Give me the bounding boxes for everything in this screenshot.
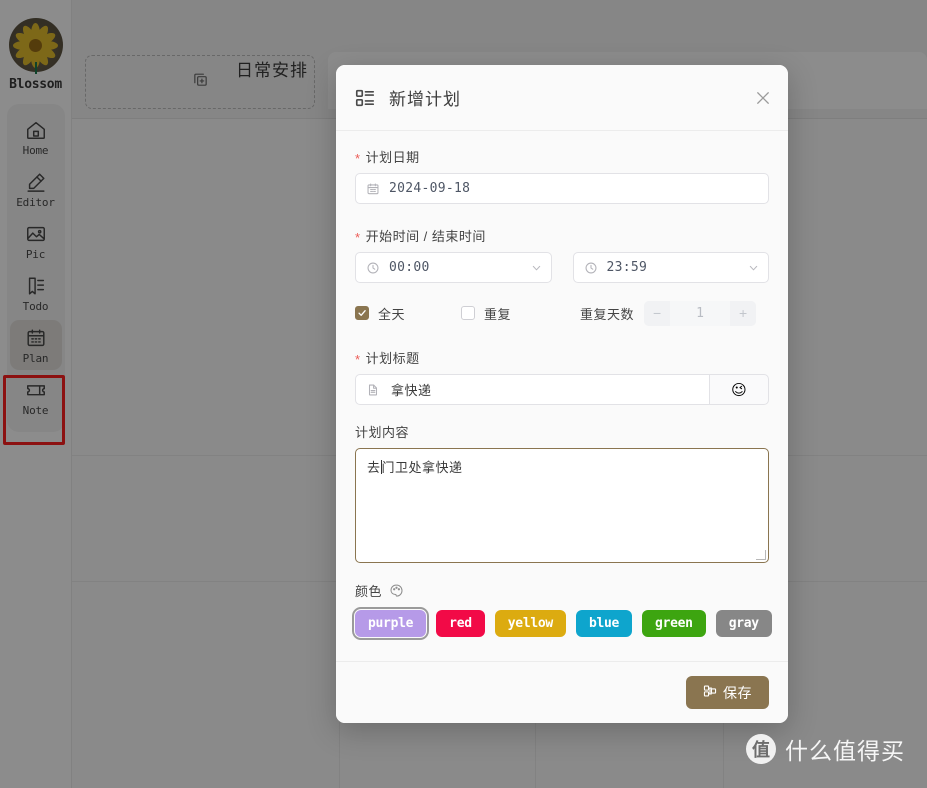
- color-label-text: 颜色: [355, 584, 383, 599]
- required-marker: *: [355, 151, 361, 166]
- plan-title-value: 拿快递: [391, 383, 432, 398]
- all-day-label: 全天: [378, 306, 406, 322]
- clock-icon: [584, 261, 598, 275]
- save-button[interactable]: 保存: [686, 676, 769, 709]
- dialog-title: 新增计划: [389, 90, 461, 109]
- chevron-down-icon: [748, 262, 759, 273]
- dialog-body: * 计划日期 2024-09-18 * 开始时间 / 结束时间 00:00 23…: [336, 131, 788, 647]
- color-swatch-green[interactable]: green: [642, 610, 706, 637]
- plan-date-input[interactable]: 2024-09-18: [355, 173, 769, 204]
- end-time-select[interactable]: 23:59: [572, 252, 769, 283]
- start-time-value: 00:00: [389, 260, 430, 275]
- repeat-days-stepper[interactable]: − 1 +: [644, 300, 757, 326]
- save-icon: [703, 684, 717, 701]
- plan-time-label: * 开始时间 / 结束时间: [355, 226, 769, 245]
- plan-title-label: * 计划标题: [355, 348, 769, 367]
- plan-time-label-text: 开始时间 / 结束时间: [365, 229, 486, 244]
- color-swatch-purple[interactable]: purple: [351, 607, 430, 640]
- save-button-label: 保存: [723, 684, 752, 701]
- calendar-icon: [366, 182, 380, 196]
- close-icon[interactable]: [754, 89, 772, 107]
- repeat-label: 重复: [484, 306, 512, 322]
- stepper-decrement-button[interactable]: −: [644, 300, 671, 326]
- all-day-checkbox[interactable]: 全天: [355, 304, 405, 323]
- stepper-increment-button[interactable]: +: [730, 300, 757, 326]
- plan-title-input[interactable]: 拿快递: [355, 374, 709, 405]
- emoji-picker-button[interactable]: 😉: [709, 374, 769, 405]
- document-icon: [366, 383, 380, 397]
- color-label: 颜色: [355, 581, 769, 600]
- plan-date-label-text: 计划日期: [365, 150, 420, 165]
- chevron-down-icon: [531, 262, 542, 273]
- plan-title-row: 拿快递 😉: [355, 374, 769, 405]
- options-row: 全天 重复 重复天数 − 1 +: [355, 300, 769, 326]
- repeat-days-label: 重复天数: [580, 306, 635, 322]
- color-swatch-yellow[interactable]: yellow: [494, 610, 566, 637]
- color-swatches: purple red yellow blue green gray: [351, 607, 772, 643]
- list-icon: [354, 87, 376, 109]
- plan-content-label-text: 计划内容: [355, 425, 410, 440]
- required-marker: *: [355, 352, 361, 367]
- time-range-row: 00:00 23:59: [355, 252, 769, 283]
- dialog-header: 新增计划: [336, 65, 788, 131]
- dialog-footer: 保存: [336, 661, 788, 723]
- plan-content-label: 计划内容: [355, 422, 769, 441]
- stepper-value[interactable]: 1: [670, 300, 731, 326]
- color-swatch-blue[interactable]: blue: [575, 610, 633, 637]
- plan-title-label-text: 计划标题: [365, 351, 420, 366]
- end-time-value: 23:59: [606, 260, 648, 275]
- color-swatch-red[interactable]: red: [436, 610, 485, 637]
- add-plan-dialog: 新增计划 * 计划日期 2024-09-18 * 开始时间 / 结束时间 00:…: [336, 65, 788, 723]
- plan-content-value: 去门卫处拿快递: [367, 460, 463, 475]
- plan-date-label: * 计划日期: [355, 147, 769, 166]
- plan-content-textarea[interactable]: 去门卫处拿快递: [355, 448, 769, 563]
- checkbox-box: [355, 306, 369, 320]
- clock-icon: [366, 261, 380, 275]
- palette-icon: [389, 583, 404, 598]
- color-swatch-gray[interactable]: gray: [715, 610, 772, 637]
- start-time-select[interactable]: 00:00: [355, 252, 552, 283]
- plan-date-value: 2024-09-18: [389, 181, 471, 196]
- repeat-checkbox[interactable]: 重复: [461, 304, 511, 323]
- checkbox-box: [461, 306, 476, 320]
- required-marker: *: [355, 230, 361, 245]
